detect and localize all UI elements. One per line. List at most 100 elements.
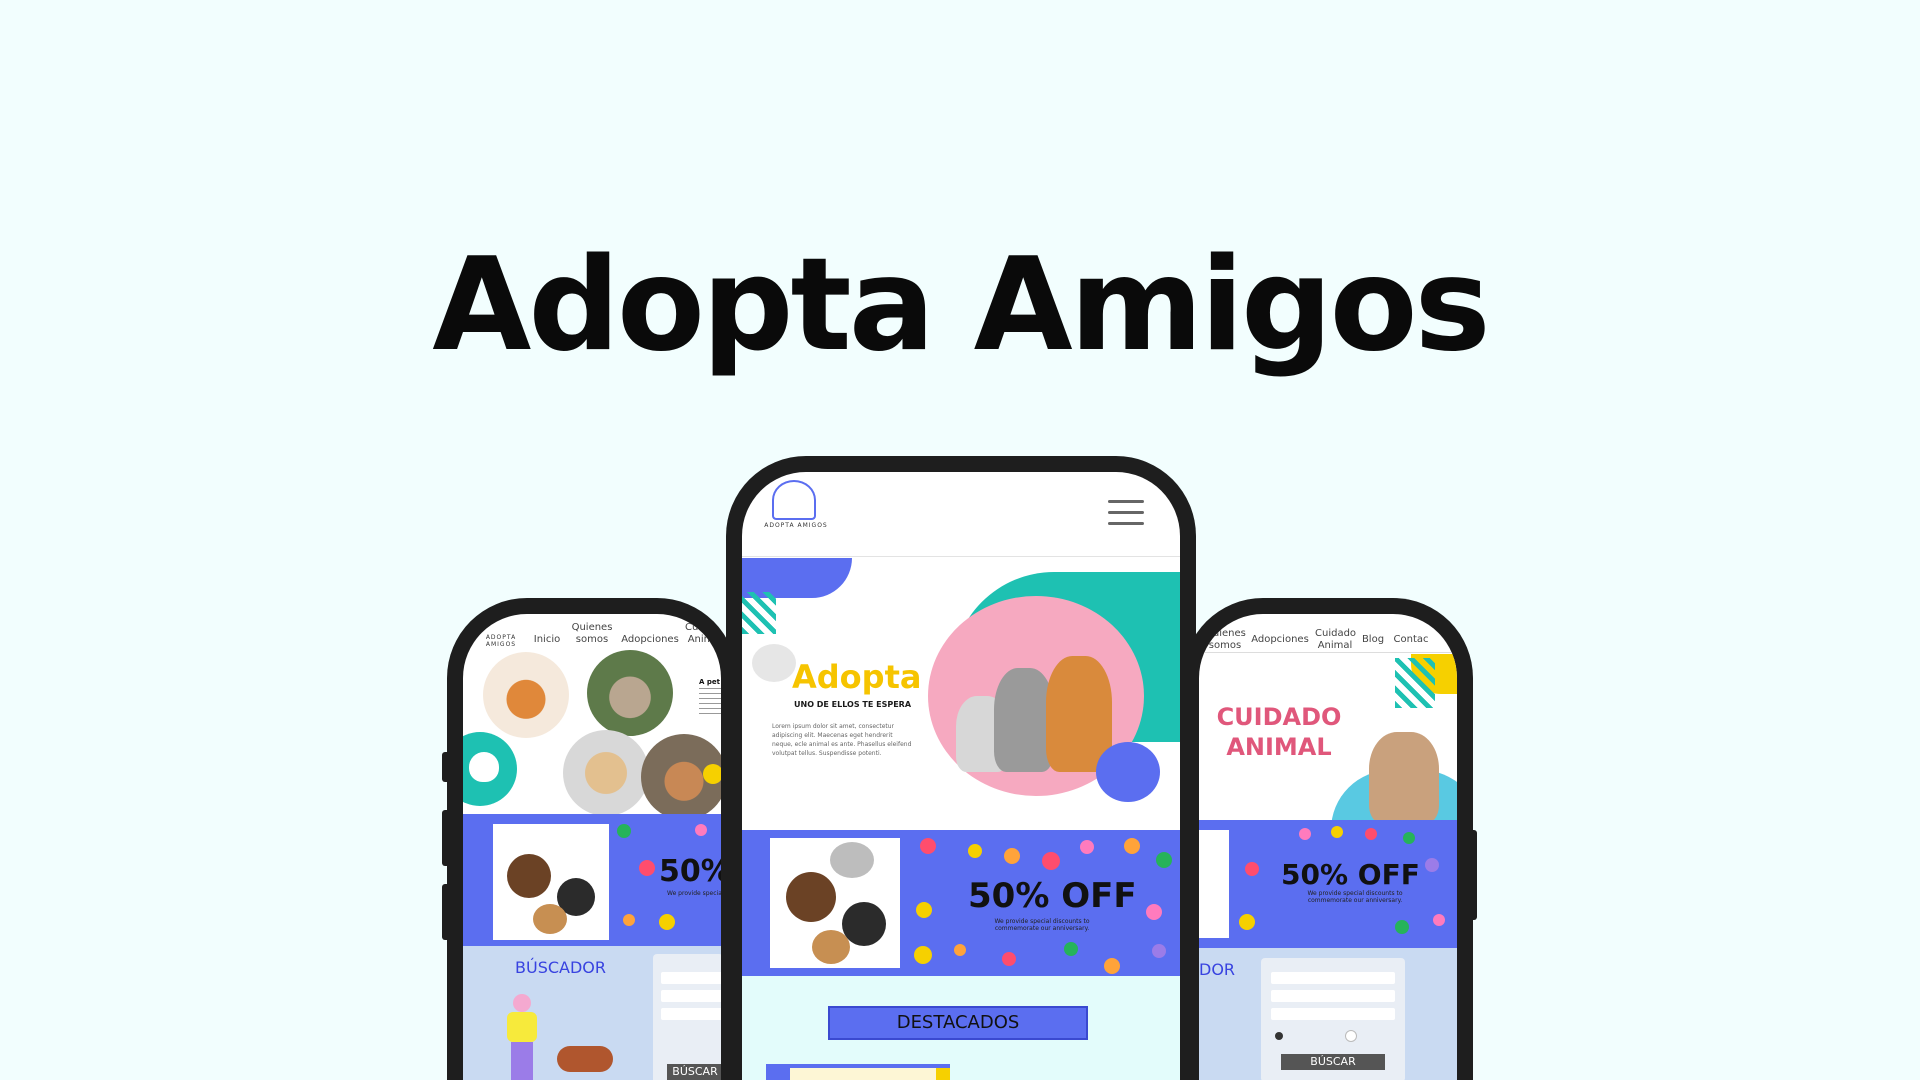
center-phone-screen: ADOPTA AMIGOS Adopta UNO DE ELLOS TE ESP…	[742, 472, 1180, 1080]
left-promo-photo	[493, 824, 609, 940]
hero-title: Adopta	[792, 658, 922, 696]
hero-body: Lorem ipsum dolor sit amet, consectetur …	[772, 723, 912, 757]
left-about-heading: A pet	[699, 678, 720, 686]
nav-adopciones[interactable]: Adopciones	[1251, 634, 1309, 646]
confetti-dot	[1080, 840, 1094, 854]
hamburger-menu-icon[interactable]	[1108, 500, 1144, 533]
confetti-dot	[968, 844, 982, 858]
hero-subtitle: UNO DE ELLOS TE ESPERA	[794, 700, 912, 709]
nav-blog[interactable]: Blog	[1359, 634, 1387, 646]
right-promo-headline: 50% OFF	[1281, 858, 1420, 891]
confetti-dot	[639, 860, 655, 876]
left-search-title: BÚSCADOR	[515, 958, 606, 977]
confetti-dot	[1433, 914, 1445, 926]
right-promo-subtext: We provide special discounts to commemor…	[1307, 890, 1403, 904]
nav-cuidado-animal[interactable]: Cuidado Animal	[1315, 628, 1356, 652]
nav-divider	[1199, 652, 1457, 653]
nav-adopciones[interactable]: Adopciones	[619, 634, 681, 646]
search-illustration	[493, 994, 613, 1080]
center-promo-subtext: We provide special discounts to commemor…	[994, 918, 1090, 932]
right-search-title: DOR	[1199, 960, 1236, 979]
rabbit-photo	[587, 650, 673, 736]
confetti-dot	[1403, 832, 1415, 844]
right-phone-screen: Quienes somos Adopciones Cuidado Animal …	[1199, 614, 1457, 1080]
right-search-button[interactable]: BÚSCAR	[1281, 1054, 1385, 1070]
search-field[interactable]	[1271, 972, 1395, 984]
confetti-dot	[1239, 914, 1255, 930]
right-phone: Quienes somos Adopciones Cuidado Animal …	[1183, 598, 1473, 1080]
center-phone: ADOPTA AMIGOS Adopta UNO DE ELLOS TE ESP…	[726, 456, 1196, 1080]
search-field[interactable]	[661, 1008, 721, 1020]
left-phone: ADOPTA AMIGOS Inicio Quienes somos Adopc…	[447, 598, 737, 1080]
search-field[interactable]	[661, 972, 721, 984]
search-field[interactable]	[661, 990, 721, 1002]
yellow-paw-icon	[703, 764, 721, 784]
grey-paw-icon	[752, 644, 796, 682]
nav-inicio[interactable]: Inicio	[527, 634, 567, 646]
header-divider	[742, 556, 1180, 557]
confetti-dot	[1331, 826, 1343, 838]
center-promo-headline: 50% OFF	[968, 876, 1137, 916]
confetti-dot	[1146, 904, 1162, 920]
left-about-text	[699, 688, 721, 718]
kitten-photo	[842, 902, 886, 946]
radio-option[interactable]	[1275, 1032, 1283, 1040]
confetti-dot	[1002, 952, 1016, 966]
logo-icon	[772, 480, 816, 520]
left-promo-headline: 50%	[659, 854, 721, 889]
confetti-dot	[1425, 858, 1439, 872]
page-title: Adopta Amigos	[432, 231, 1490, 380]
confetti-dot	[1004, 848, 1020, 864]
poodle-photo	[994, 668, 1054, 772]
confetti-dot	[1104, 958, 1120, 974]
confetti-dot	[1299, 828, 1311, 840]
confetti-dot	[659, 914, 675, 930]
dog-photo	[563, 730, 649, 816]
teal-stripes	[1395, 658, 1435, 708]
nav-contacto[interactable]: Contac	[1391, 634, 1431, 646]
featured-card[interactable]	[766, 1064, 950, 1080]
guinea-pig-photo	[812, 930, 850, 964]
confetti-dot	[916, 902, 932, 918]
left-promo-subtext: We provide special discounts to commemor…	[667, 890, 721, 897]
left-phone-screen: ADOPTA AMIGOS Inicio Quienes somos Adopc…	[463, 614, 721, 1080]
nav-quienes-somos[interactable]: Quienes somos	[567, 622, 617, 646]
right-hero-title: CUIDADO ANIMAL	[1216, 703, 1342, 761]
guinea-pig-photo	[533, 904, 567, 934]
center-logo: ADOPTA AMIGOS	[764, 522, 828, 529]
confetti-dot	[1156, 852, 1172, 868]
confetti-dot	[914, 946, 932, 964]
left-search-form: BÚSCAR	[653, 954, 721, 1080]
featured-button[interactable]: DESTACADOS	[828, 1006, 1088, 1040]
right-promo-photo	[1199, 830, 1229, 938]
left-logo: ADOPTA AMIGOS	[485, 634, 517, 648]
confetti-dot	[1124, 838, 1140, 854]
confetti-dot	[623, 914, 635, 926]
search-field[interactable]	[1271, 1008, 1395, 1020]
confetti-dot	[1152, 944, 1166, 958]
confetti-dot	[1064, 942, 1078, 956]
confetti-dot	[1365, 828, 1377, 840]
cat-photo	[830, 842, 874, 878]
nav-quienes-somos[interactable]: Quienes somos	[1205, 628, 1246, 652]
confetti-dot	[1042, 852, 1060, 870]
nav-cuidado-animal[interactable]: Cuidado Animal	[685, 622, 721, 646]
left-search-button[interactable]: BÚSCAR	[667, 1064, 721, 1080]
confetti-dot	[1245, 862, 1259, 876]
center-promo-photo	[770, 838, 900, 968]
confetti-dot	[617, 824, 631, 838]
right-search-form: BÚSCAR	[1261, 958, 1405, 1080]
confetti-dot	[1395, 920, 1409, 934]
teal-stripes	[742, 592, 776, 634]
rabbit-photo	[1369, 732, 1439, 824]
confetti-dot	[920, 838, 936, 854]
blue-paw-icon	[1096, 742, 1160, 802]
paw-icon	[469, 752, 499, 782]
puppy-photo	[786, 872, 836, 922]
slider-handle[interactable]	[1345, 1030, 1357, 1042]
confetti-dot	[695, 824, 707, 836]
puppy-photo	[507, 854, 551, 898]
search-field[interactable]	[1271, 990, 1395, 1002]
confetti-dot	[954, 944, 966, 956]
cat-photo	[483, 652, 569, 738]
